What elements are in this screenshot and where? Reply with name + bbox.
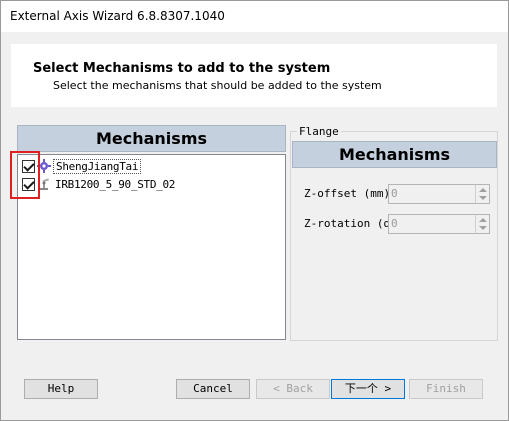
back-button[interactable]: < Back xyxy=(256,379,330,399)
next-button[interactable]: 下一个 > xyxy=(331,379,405,399)
z-rotation-label: Z-rotation (deg) xyxy=(304,217,390,230)
z-offset-label: Z-offset (mm) xyxy=(304,187,390,200)
stepper-down-icon[interactable] xyxy=(479,196,487,200)
stepper-down-icon[interactable] xyxy=(479,226,487,230)
stepper-up-icon[interactable] xyxy=(479,188,487,192)
flange-panel-title: Mechanisms xyxy=(292,141,497,168)
z-offset-stepper[interactable]: 0 xyxy=(388,184,490,204)
z-rotation-stepper[interactable]: 0 xyxy=(388,214,490,234)
page-title: Select Mechanisms to add to the system xyxy=(33,61,331,76)
stepper-arrows[interactable] xyxy=(475,215,489,233)
tree-item-irb1200[interactable]: IRB1200_5_90_STD_02 xyxy=(22,175,177,193)
stepper-up-icon[interactable] xyxy=(479,218,487,222)
annotation-highlight-box xyxy=(10,151,40,199)
stepper-arrows[interactable] xyxy=(475,185,489,203)
cancel-button[interactable]: Cancel xyxy=(176,379,250,399)
z-offset-value[interactable]: 0 xyxy=(391,187,398,200)
window-title: External Axis Wizard 6.8.8307.1040 xyxy=(10,9,225,23)
z-rotation-value[interactable]: 0 xyxy=(391,217,398,230)
wizard-window: External Axis Wizard 6.8.8307.1040 Selec… xyxy=(0,0,509,421)
help-button[interactable]: Help xyxy=(24,379,98,399)
title-bar: External Axis Wizard 6.8.8307.1040 xyxy=(1,1,508,32)
mechanisms-panel-title: Mechanisms xyxy=(17,125,286,152)
page-subtitle: Select the mechanisms that should be add… xyxy=(53,79,382,92)
finish-button[interactable]: Finish xyxy=(409,379,483,399)
flange-legend: Flange xyxy=(297,125,341,138)
mechanisms-tree[interactable]: ShengJiangTai IRB1200_5_90_STD_02 xyxy=(17,154,286,340)
mechanisms-panel: Mechanisms ShengJiangTai IRB1200_5_90_ST… xyxy=(17,125,286,340)
tree-item-label[interactable]: IRB1200_5_90_STD_02 xyxy=(53,178,177,191)
wizard-header: Select Mechanisms to add to the system S… xyxy=(11,44,497,107)
tree-item-label[interactable]: ShengJiangTai xyxy=(53,158,142,174)
